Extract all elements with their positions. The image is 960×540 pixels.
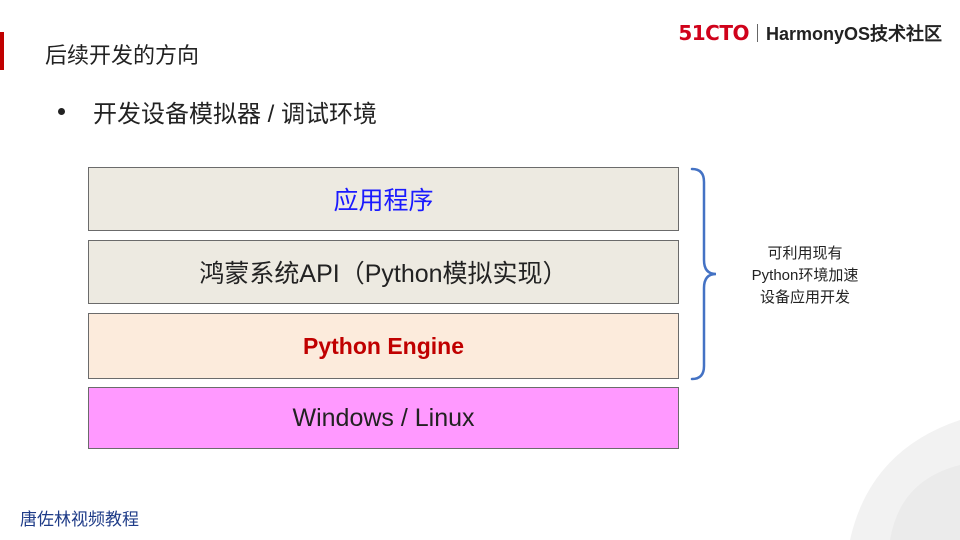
title-accent-bar <box>0 32 4 70</box>
side-note: 可利用现有 Python环境加速 设备应用开发 <box>740 243 870 309</box>
footer-credit: 唐佐林视频教程 <box>20 510 139 529</box>
corner-decoration <box>850 420 960 540</box>
layer-python-engine-label: Python Engine <box>303 332 464 359</box>
brand-name: HarmonyOS技术社区 <box>765 24 942 44</box>
right-brace-icon <box>690 167 717 381</box>
layer-harmony-api: 鸿蒙系统API（Python模拟实现） <box>88 240 679 304</box>
side-note-line: Python环境加速 <box>751 267 859 284</box>
layer-os-label: Windows / Linux <box>292 403 475 432</box>
layer-application: 应用程序 <box>88 167 679 231</box>
brand-separator <box>756 24 758 42</box>
brand-logo: 51CTO <box>678 21 749 45</box>
layer-application-label: 应用程序 <box>333 187 434 215</box>
layer-os: Windows / Linux <box>88 387 679 449</box>
side-note-line: 设备应用开发 <box>759 289 850 306</box>
slide-title: 后续开发的方向 <box>45 43 200 68</box>
bullet-item: 开发设备模拟器 / 调试环境 <box>58 94 377 129</box>
bullet-text: 开发设备模拟器 / 调试环境 <box>93 101 378 128</box>
side-note-line: 可利用现有 <box>767 245 843 262</box>
brand-logo-group: 51CTO HarmonyOS技术社区 <box>678 20 942 46</box>
layer-python-engine: Python Engine <box>88 313 679 379</box>
bullet-dot-icon <box>58 108 65 115</box>
layer-harmony-api-label: 鸿蒙系统API（Python模拟实现） <box>199 260 568 288</box>
